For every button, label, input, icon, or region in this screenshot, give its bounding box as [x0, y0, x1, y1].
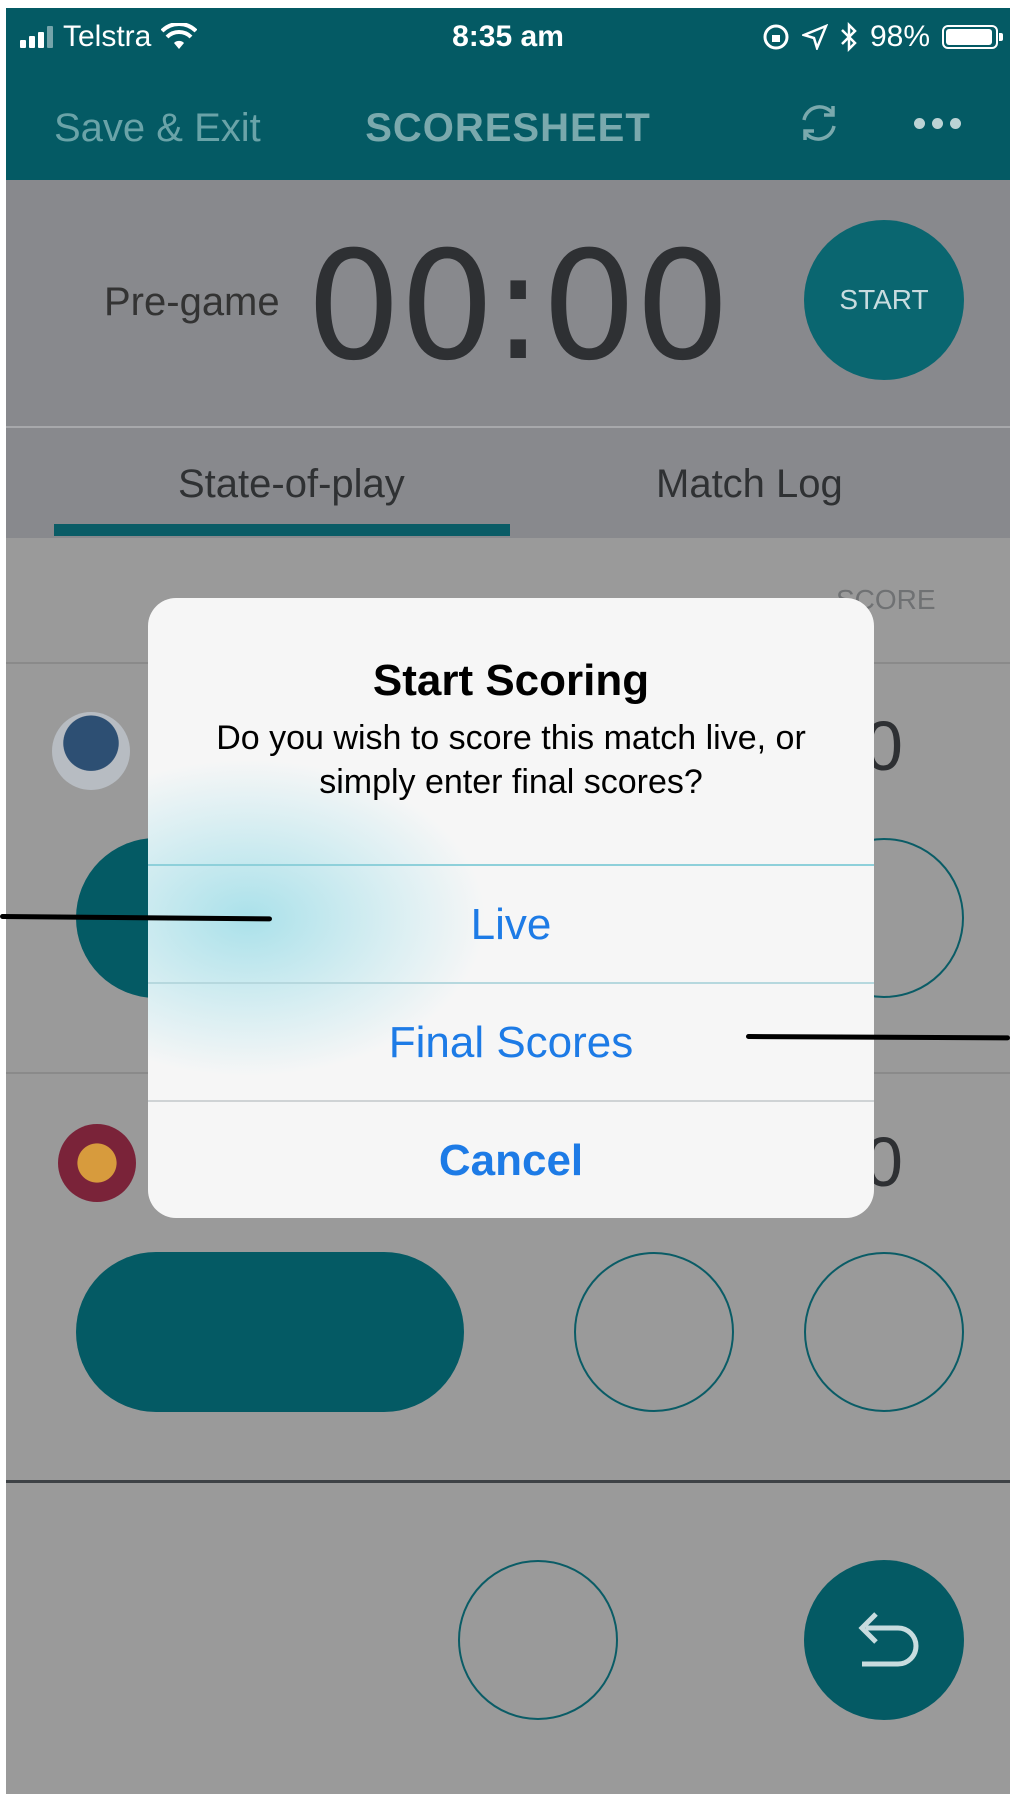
game-clock: 00:00	[306, 220, 730, 394]
sync-icon[interactable]	[794, 98, 844, 148]
final-scores-button[interactable]: Final Scores	[148, 984, 874, 1102]
bluetooth-icon	[841, 22, 857, 52]
tab-indicator	[54, 524, 510, 536]
status-bar: Telstra 8:35 am 98%	[6, 8, 1010, 70]
battery-icon	[942, 25, 1003, 49]
more-icon[interactable]	[914, 118, 961, 129]
battery-percent: 98%	[869, 20, 930, 53]
dialog-title: Start Scoring	[372, 656, 650, 705]
timer-bar: Pre-game 00:00 START	[6, 180, 1010, 428]
cancel-button[interactable]: Cancel	[148, 1102, 874, 1218]
undo-button[interactable]	[804, 1560, 964, 1720]
falcons-logo	[58, 1124, 136, 1202]
app-screen: Telstra 8:35 am 98% Save & Exit SCORESHE…	[6, 8, 1010, 1794]
undo-icon	[858, 1612, 919, 1667]
top-bar: Telstra 8:35 am 98% Save & Exit SCORESHE…	[6, 8, 1010, 180]
start-button[interactable]: START	[804, 220, 964, 380]
tab-state-of-play[interactable]: State-of-play	[178, 462, 405, 507]
team2-score-button[interactable]	[804, 1252, 964, 1412]
live-button[interactable]: Live	[148, 866, 874, 984]
status-right: 98%	[762, 20, 1003, 54]
dialog-message: Do you wish to score this match live, or…	[216, 719, 806, 801]
rotation-lock-icon	[763, 24, 789, 50]
tab-match-log[interactable]: Match Log	[656, 462, 843, 507]
team2-action-button[interactable]	[76, 1252, 464, 1412]
cougars-logo	[52, 712, 130, 790]
team2-goal-button[interactable]	[574, 1252, 734, 1412]
nav-bar: Save & Exit SCORESHEET	[6, 70, 1010, 180]
page-title: SCORESHEET	[365, 106, 651, 150]
location-icon	[801, 24, 828, 50]
start-scoring-dialog: Start Scoring Do you wish to score this …	[148, 598, 874, 1218]
empty-action-button[interactable]	[458, 1560, 618, 1720]
tab-bar: State-of-play Match Log	[6, 428, 1010, 538]
section-divider	[6, 1480, 1010, 1483]
game-phase: Pre-game	[104, 280, 280, 324]
